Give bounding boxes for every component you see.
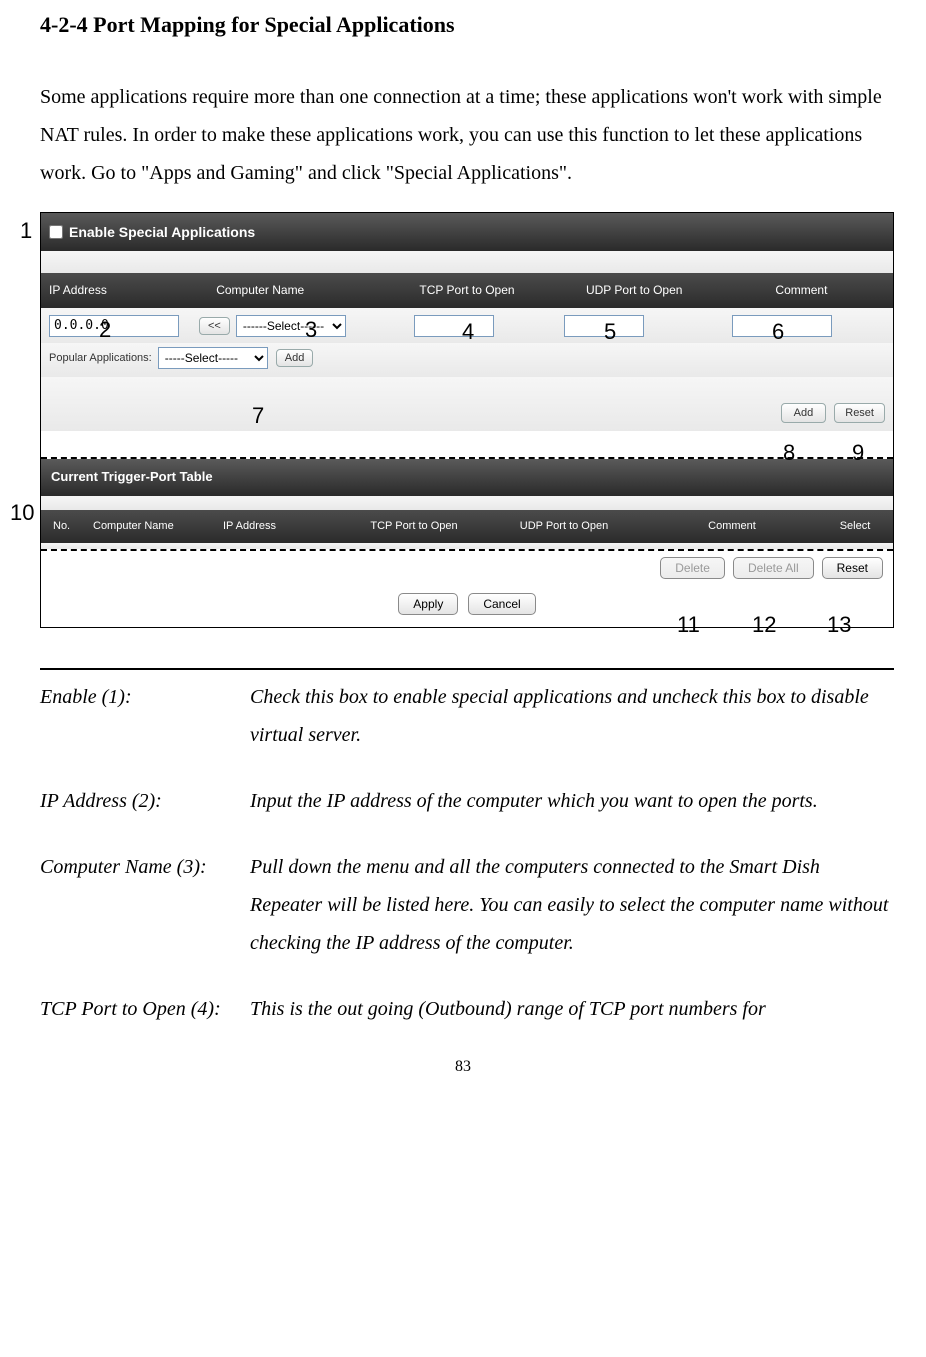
enable-title-bar: Enable Special Applications <box>41 213 893 252</box>
th-select: Select <box>825 516 885 537</box>
definition-desc: Pull down the menu and all the computers… <box>250 848 894 962</box>
popular-apps-label: Popular Applications: <box>49 348 152 369</box>
definition-row: IP Address (2): Input the IP address of … <box>40 782 894 820</box>
tcp-port-input[interactable] <box>414 315 494 337</box>
add-button[interactable]: Add <box>781 403 827 423</box>
definition-row: Enable (1): Check this box to enable spe… <box>40 678 894 754</box>
header-udp: UDP Port to Open <box>551 279 718 302</box>
header-ip: IP Address <box>49 279 216 302</box>
th-computer: Computer Name <box>89 516 219 537</box>
intro-paragraph: Some applications require more than one … <box>40 78 894 192</box>
definition-desc: This is the out going (Outbound) range o… <box>250 990 894 1028</box>
apply-button[interactable]: Apply <box>398 593 458 615</box>
callout-2: 2 <box>99 319 111 341</box>
definition-term: Computer Name (3): <box>40 848 250 962</box>
delete-button[interactable]: Delete <box>660 557 725 579</box>
page-number: 83 <box>32 1052 894 1082</box>
definition-row: TCP Port to Open (4): This is the out go… <box>40 990 894 1028</box>
cancel-button[interactable]: Cancel <box>468 593 535 615</box>
enable-checkbox[interactable] <box>49 225 63 239</box>
columns-header: IP Address Computer Name TCP Port to Ope… <box>41 273 893 308</box>
definitions-list: Enable (1): Check this box to enable spe… <box>40 678 894 1028</box>
assign-ip-button[interactable]: << <box>199 317 230 335</box>
th-comment: Comment <box>639 516 825 537</box>
delete-all-button[interactable]: Delete All <box>733 557 814 579</box>
callout-8: 8 <box>783 442 795 464</box>
callout-12: 12 <box>752 614 776 636</box>
definition-row: Computer Name (3): Pull down the menu an… <box>40 848 894 962</box>
popular-add-button[interactable]: Add <box>276 349 314 367</box>
popular-apps-row: Popular Applications: -----Select----- A… <box>41 343 893 377</box>
callout-13: 13 <box>827 614 851 636</box>
section-heading: 4-2-4 Port Mapping for Special Applicati… <box>40 4 894 46</box>
computer-name-select[interactable]: ------Select------ <box>236 315 346 337</box>
definition-term: Enable (1): <box>40 678 250 754</box>
callout-6: 6 <box>772 321 784 343</box>
reset-table-button[interactable]: Reset <box>822 557 883 579</box>
definition-desc: Check this box to enable special applica… <box>250 678 894 754</box>
th-ip: IP Address <box>219 516 339 537</box>
header-tcp: TCP Port to Open <box>383 279 550 302</box>
callout-7: 7 <box>252 405 264 427</box>
table-action-bar: Delete Delete All Reset <box>41 551 893 585</box>
trigger-table-title: Current Trigger-Port Table <box>41 459 893 496</box>
definition-desc: Input the IP address of the computer whi… <box>250 782 894 820</box>
callout-4: 4 <box>462 321 474 343</box>
router-ui-panel: Enable Special Applications IP Address C… <box>40 212 894 628</box>
th-udp: UDP Port to Open <box>489 516 639 537</box>
definition-term: IP Address (2): <box>40 782 250 820</box>
divider <box>40 668 894 670</box>
popular-apps-select[interactable]: -----Select----- <box>158 347 268 369</box>
callout-3: 3 <box>305 319 317 341</box>
enable-label: Enable Special Applications <box>69 219 255 246</box>
callout-10: 10 <box>10 502 34 524</box>
add-reset-bar: Add Reset <box>41 377 893 431</box>
callout-9: 9 <box>852 442 864 464</box>
screenshot-container: 1 2 3 4 5 6 7 8 9 10 11 12 13 Enable Spe… <box>32 212 894 628</box>
callout-11: 11 <box>677 614 700 636</box>
reset-button[interactable]: Reset <box>834 403 885 423</box>
trigger-table-section: Current Trigger-Port Table No. Computer … <box>41 457 893 551</box>
ip-address-input[interactable] <box>49 315 179 337</box>
callout-1: 1 <box>20 220 32 242</box>
header-comment: Comment <box>718 279 885 302</box>
header-computer: Computer Name <box>216 279 383 302</box>
definition-term: TCP Port to Open (4): <box>40 990 250 1028</box>
callout-5: 5 <box>604 321 616 343</box>
th-tcp: TCP Port to Open <box>339 516 489 537</box>
th-no: No. <box>49 516 89 537</box>
trigger-table-header: No. Computer Name IP Address TCP Port to… <box>41 510 893 543</box>
